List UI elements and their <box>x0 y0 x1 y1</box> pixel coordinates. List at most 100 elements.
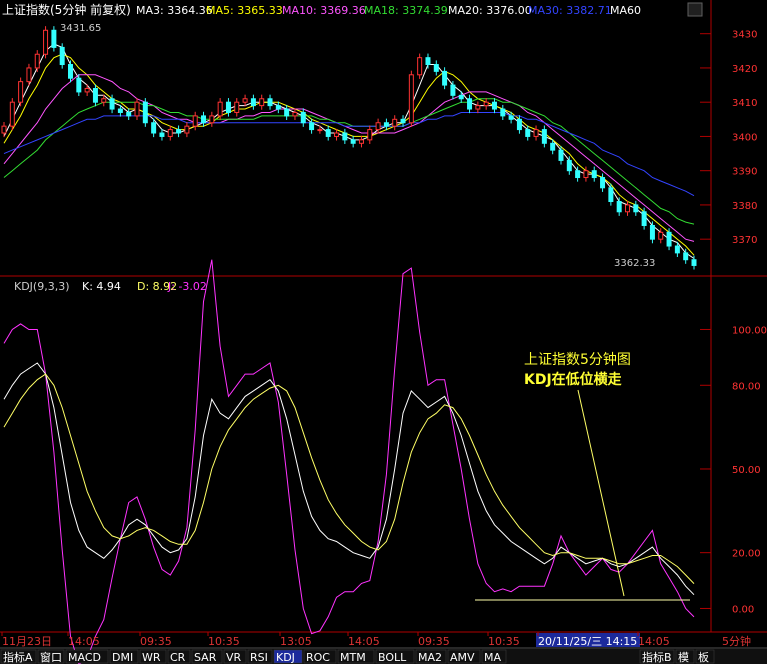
candle <box>600 177 606 189</box>
candle <box>358 139 364 144</box>
candle <box>242 98 248 103</box>
candle <box>591 170 597 179</box>
indicator-tab-label: KDJ <box>276 651 295 664</box>
candle <box>192 115 198 127</box>
candle <box>649 224 655 240</box>
kdj-j-value: J: -3.02 <box>167 280 207 293</box>
candle <box>225 101 231 113</box>
candle <box>691 259 697 266</box>
indicator-tab-label: ROC <box>306 651 330 664</box>
candle <box>84 87 90 93</box>
price-tick-label: 3390 <box>732 167 757 178</box>
candle <box>201 115 207 124</box>
candle <box>516 118 522 131</box>
candle <box>491 101 497 110</box>
indicator-tab-label: MA <box>484 651 501 664</box>
indicator-tab-label: 指标A <box>3 650 33 664</box>
candle <box>450 84 456 96</box>
candle <box>624 204 630 213</box>
candle <box>43 29 49 55</box>
candle <box>275 105 281 110</box>
candle <box>583 170 589 179</box>
ma-legend-item: MA20: 3376.00 <box>448 4 532 17</box>
x-tick-label: 10:35 <box>208 635 240 648</box>
kdj-k-value: K: 4.94 <box>82 280 121 293</box>
candle <box>300 111 306 124</box>
ma-legend-item: MA10: 3369.36 <box>282 4 366 17</box>
candle <box>76 77 82 93</box>
ma-legend-scroll[interactable] <box>687 2 703 17</box>
candle <box>167 129 173 137</box>
indicator-tab-label: WR <box>142 651 161 664</box>
candle <box>142 101 148 124</box>
x-tick-label: 13:05 <box>280 635 312 648</box>
candle <box>309 122 315 131</box>
candle <box>483 101 489 107</box>
x-tick-label: 14:05 <box>68 635 100 648</box>
chart-title: 上证指数(5分钟 前复权) <box>2 2 131 17</box>
indicator-b-tab-label: 模 <box>678 651 689 664</box>
kdj-title: KDJ(9,3,3) <box>14 280 70 293</box>
candle <box>101 98 107 103</box>
x-tick-label: 14:05 <box>348 635 380 648</box>
candle <box>209 115 215 124</box>
candle <box>159 132 165 137</box>
candle <box>267 98 273 107</box>
candle <box>683 252 689 261</box>
candle <box>375 122 381 131</box>
ma-legend-item: MA18: 3374.39 <box>364 4 448 17</box>
candle <box>92 87 98 103</box>
price-tick-label: 3410 <box>732 98 757 109</box>
candle <box>151 122 157 134</box>
candle <box>425 57 431 66</box>
candle <box>475 105 481 110</box>
kdj-tick-label: 80.00 <box>732 381 761 392</box>
ma-legend-item: MA60 <box>610 4 641 17</box>
indicator-b-tab-label: 板 <box>698 650 709 664</box>
candle <box>9 101 15 127</box>
candle <box>674 245 680 254</box>
candle <box>383 122 389 127</box>
candle <box>126 111 132 117</box>
candle <box>533 129 539 137</box>
candle <box>134 101 140 117</box>
candle <box>641 211 647 226</box>
candle <box>325 129 331 137</box>
candle <box>292 111 298 117</box>
indicator-tab-label: SAR <box>194 651 217 664</box>
candle <box>633 204 639 213</box>
candle <box>458 94 464 100</box>
kdj-tick-label: 20.00 <box>732 549 761 560</box>
candle <box>334 132 340 137</box>
x-tick-label: 09:35 <box>140 635 172 648</box>
x-tick-label: 09:35 <box>418 635 450 648</box>
candle <box>442 70 448 86</box>
candle <box>666 231 672 247</box>
x-tick-label: 11月23日 <box>2 635 52 648</box>
candle <box>18 81 24 103</box>
candle <box>350 139 356 144</box>
note-line-2: KDJ在低位横走 <box>524 371 623 388</box>
candle <box>541 129 547 144</box>
candle <box>433 64 439 72</box>
candle <box>234 101 240 113</box>
candle <box>68 64 74 79</box>
candle <box>367 129 373 141</box>
indicator-tab-label: AMV <box>450 651 475 664</box>
ma-legend: MA3: 3364.36MA5: 3365.33 MA10: 3369.36MA1… <box>136 4 641 17</box>
candle <box>508 115 514 120</box>
candle <box>575 170 581 179</box>
kdj-tick-label: 100.00 <box>732 325 767 336</box>
note-line-1: 上证指数5分钟图 <box>524 351 631 368</box>
x-tick-label: 14:05 <box>638 635 670 648</box>
low-label: 3362.33 <box>614 258 655 269</box>
candle <box>417 57 423 76</box>
ma-legend-item: MA30: 3382.71 <box>528 4 612 17</box>
candle <box>408 74 414 124</box>
candle <box>109 98 115 110</box>
candle <box>176 129 182 134</box>
price-tick-label: 3400 <box>732 132 757 143</box>
candle <box>51 29 57 48</box>
candle <box>566 159 572 172</box>
candle <box>616 201 622 213</box>
